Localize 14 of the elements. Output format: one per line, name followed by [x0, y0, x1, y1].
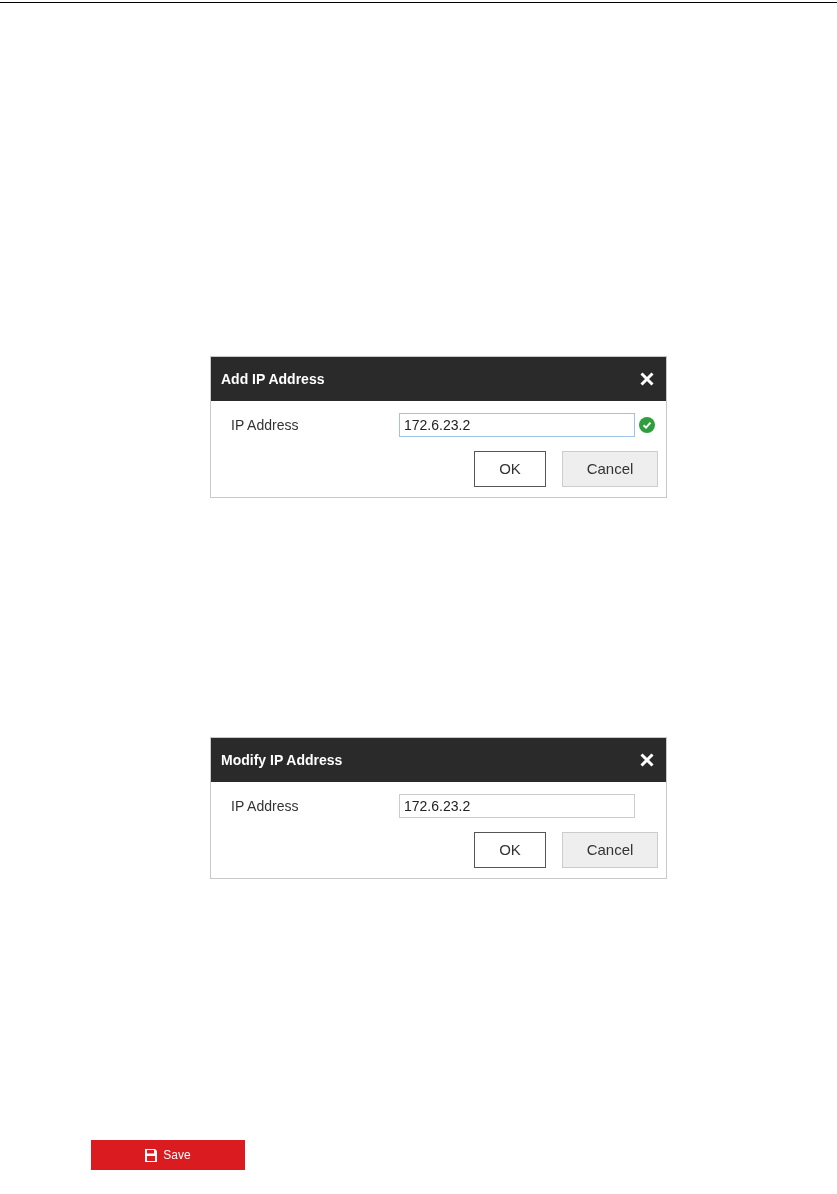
field-label: IP Address	[230, 796, 300, 816]
ok-button[interactable]: OK	[474, 832, 546, 868]
field-label: IP Address	[230, 415, 300, 435]
close-icon[interactable]	[640, 372, 654, 386]
ip-address-field[interactable]: 172.6.23.2	[399, 413, 635, 437]
cancel-button[interactable]: Cancel	[562, 451, 658, 487]
save-button[interactable]: Save	[91, 1140, 245, 1170]
ok-button[interactable]: OK	[474, 451, 546, 487]
cancel-button[interactable]: Cancel	[562, 832, 658, 868]
close-icon[interactable]	[640, 753, 654, 767]
save-icon	[145, 1148, 158, 1162]
dialog-title: Add IP Address	[221, 369, 325, 389]
ip-address-field[interactable]: 172.6.23.2	[399, 794, 635, 818]
dialog-title: Modify IP Address	[221, 750, 343, 770]
